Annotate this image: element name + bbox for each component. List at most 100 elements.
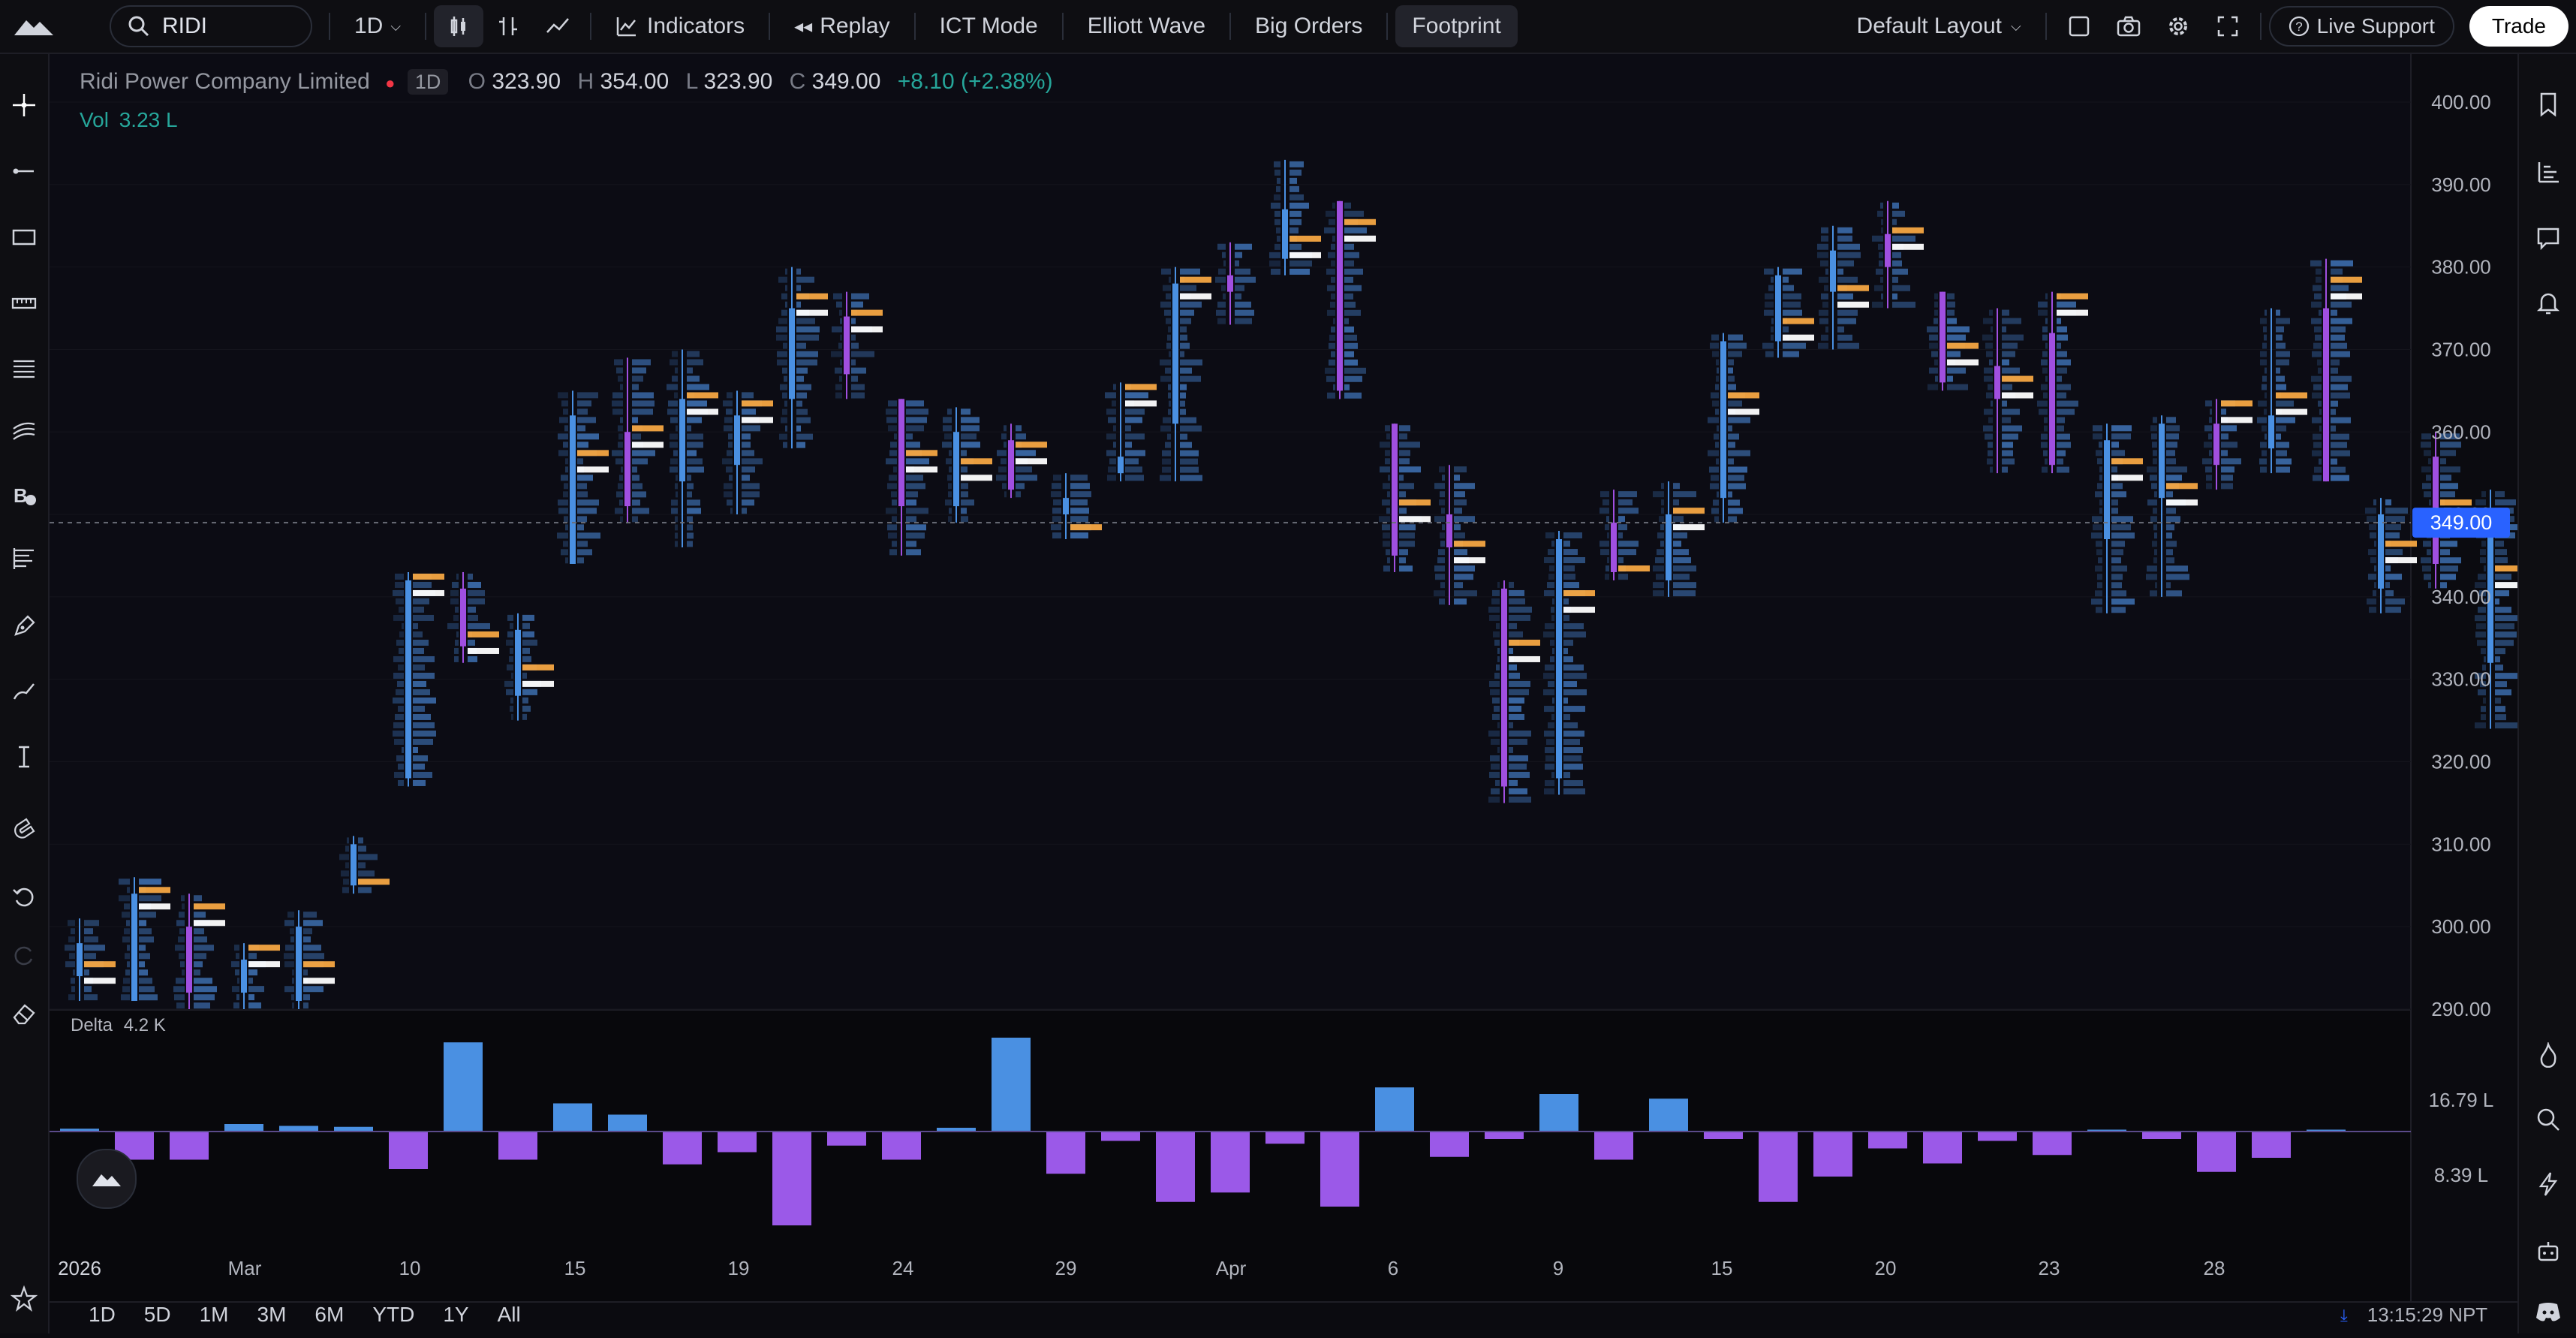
footprint-row bbox=[1070, 508, 1089, 514]
divider bbox=[1229, 13, 1232, 40]
footprint-row bbox=[1166, 318, 1171, 324]
footprint-row bbox=[2057, 400, 2078, 407]
footprint-row bbox=[577, 475, 593, 481]
text-icon[interactable] bbox=[0, 733, 48, 781]
rectangle-icon[interactable] bbox=[0, 213, 48, 261]
crosshair-icon[interactable] bbox=[0, 81, 48, 129]
ict-mode-button[interactable]: ICT Mode bbox=[923, 5, 1055, 47]
indicators-button[interactable]: Indicators bbox=[599, 5, 761, 47]
footprint-row bbox=[1494, 639, 1500, 646]
footprint-poc bbox=[303, 961, 335, 968]
footprint-row bbox=[139, 953, 150, 960]
footprint-row bbox=[2037, 400, 2048, 407]
pitchfork-icon[interactable] bbox=[0, 407, 48, 455]
alert-bell-icon[interactable] bbox=[2519, 276, 2576, 329]
footprint-row bbox=[194, 986, 217, 993]
range-ytd[interactable]: YTD bbox=[372, 1303, 414, 1327]
footprint-row bbox=[1497, 722, 1500, 728]
footprint-row bbox=[413, 664, 425, 671]
footprint-row bbox=[1657, 532, 1664, 539]
range-3m[interactable]: 3M bbox=[257, 1303, 287, 1327]
discord-icon[interactable] bbox=[2519, 1285, 2576, 1338]
footprint-button[interactable]: Footprint bbox=[1395, 5, 1518, 47]
watchlist-icon[interactable] bbox=[2519, 146, 2576, 198]
footprint-row bbox=[1563, 656, 1573, 663]
magnet-icon[interactable] bbox=[0, 805, 48, 853]
trend-line-icon[interactable] bbox=[0, 147, 48, 195]
undo-icon[interactable] bbox=[0, 872, 48, 921]
footprint-row bbox=[577, 532, 600, 539]
footprint-row bbox=[2385, 549, 2403, 556]
symbol-name[interactable]: Ridi Power Company Limited bbox=[80, 69, 370, 94]
redo-icon[interactable] bbox=[0, 931, 48, 979]
footprint-row bbox=[2097, 574, 2102, 580]
eraser-icon[interactable] bbox=[0, 990, 48, 1038]
line-style-icon[interactable] bbox=[533, 5, 582, 47]
footprint-row bbox=[851, 301, 863, 308]
range-all[interactable]: All bbox=[498, 1303, 521, 1327]
footprint-row bbox=[1454, 499, 1467, 506]
footprint-row bbox=[1716, 375, 1719, 382]
fib-levels-icon[interactable] bbox=[0, 345, 48, 393]
footprint-row bbox=[1728, 342, 1747, 349]
footprint-row bbox=[2312, 351, 2322, 357]
footprint-row bbox=[894, 433, 897, 440]
bitcoin-icon[interactable]: B bbox=[0, 472, 48, 520]
layout-dropdown[interactable]: Default Layout ⌵ bbox=[1840, 5, 2038, 47]
candles-style-icon[interactable] bbox=[434, 5, 484, 47]
footprint-row bbox=[2096, 607, 2102, 613]
footprint-row bbox=[303, 1002, 308, 1009]
footprint-poc bbox=[468, 647, 499, 654]
magnifier-icon[interactable] bbox=[2519, 1093, 2576, 1146]
footprint-row bbox=[835, 367, 842, 374]
brush-icon[interactable] bbox=[0, 667, 48, 715]
chat-icon[interactable] bbox=[2519, 212, 2576, 264]
footprint-row bbox=[557, 532, 568, 539]
footprint-row bbox=[1454, 466, 1467, 473]
range-5d[interactable]: 5D bbox=[144, 1303, 171, 1327]
footprint-row bbox=[1490, 689, 1500, 695]
lightning-icon[interactable] bbox=[2519, 1158, 2576, 1210]
symbol-search[interactable]: RIDI bbox=[110, 5, 312, 47]
footprint-row bbox=[2421, 557, 2431, 564]
range-1m[interactable]: 1M bbox=[200, 1303, 229, 1327]
range-6m[interactable]: 6M bbox=[314, 1303, 344, 1327]
live-support-button[interactable]: ? Live Support bbox=[2268, 6, 2454, 47]
footprint-row bbox=[1728, 450, 1750, 457]
gear-icon[interactable] bbox=[2153, 5, 2203, 47]
star-icon[interactable] bbox=[0, 1275, 48, 1323]
pen-icon[interactable] bbox=[0, 602, 48, 650]
range-1d[interactable]: 1D bbox=[89, 1303, 116, 1327]
robot-icon[interactable] bbox=[2519, 1225, 2576, 1278]
big-orders-button[interactable]: Big Orders bbox=[1238, 5, 1379, 47]
chart-logo-button[interactable] bbox=[77, 1149, 137, 1209]
footprint-row bbox=[1344, 375, 1362, 382]
interval-dropdown[interactable]: 1D ⌵ bbox=[338, 5, 417, 47]
footprint-row bbox=[1892, 260, 1902, 267]
bars-style-icon[interactable] bbox=[483, 5, 533, 47]
footprint-row bbox=[2331, 309, 2337, 316]
footprint-row bbox=[620, 384, 623, 390]
fullscreen-square-icon[interactable] bbox=[2054, 5, 2104, 47]
ruler-icon[interactable] bbox=[0, 279, 48, 327]
delta-bar bbox=[553, 1103, 592, 1132]
range-1y[interactable]: 1Y bbox=[443, 1303, 468, 1327]
bookmark-icon[interactable] bbox=[2519, 78, 2576, 131]
footprint-row bbox=[1290, 169, 1302, 176]
download-icon[interactable]: ⤓ bbox=[2340, 1306, 2348, 1325]
elliott-wave-button[interactable]: Elliott Wave bbox=[1071, 5, 1222, 47]
expand-icon[interactable] bbox=[2203, 5, 2252, 47]
chart-canvas[interactable]: 400.00390.00380.00370.00360.00350.00340.… bbox=[50, 54, 2517, 1333]
replay-button[interactable]: ◂◂ Replay bbox=[778, 5, 906, 47]
trade-button[interactable]: Trade bbox=[2469, 6, 2568, 47]
candle-body bbox=[1775, 275, 1781, 342]
footprint-row bbox=[2205, 466, 2212, 473]
gann-icon[interactable] bbox=[0, 535, 48, 583]
footprint-row bbox=[851, 375, 858, 382]
logo-icon[interactable] bbox=[0, 0, 68, 53]
footprint-row bbox=[577, 491, 588, 498]
hot-flame-icon[interactable] bbox=[2519, 1029, 2576, 1081]
camera-icon[interactable] bbox=[2104, 5, 2153, 47]
footprint-row bbox=[2421, 433, 2431, 440]
footprint-row bbox=[1440, 541, 1445, 547]
